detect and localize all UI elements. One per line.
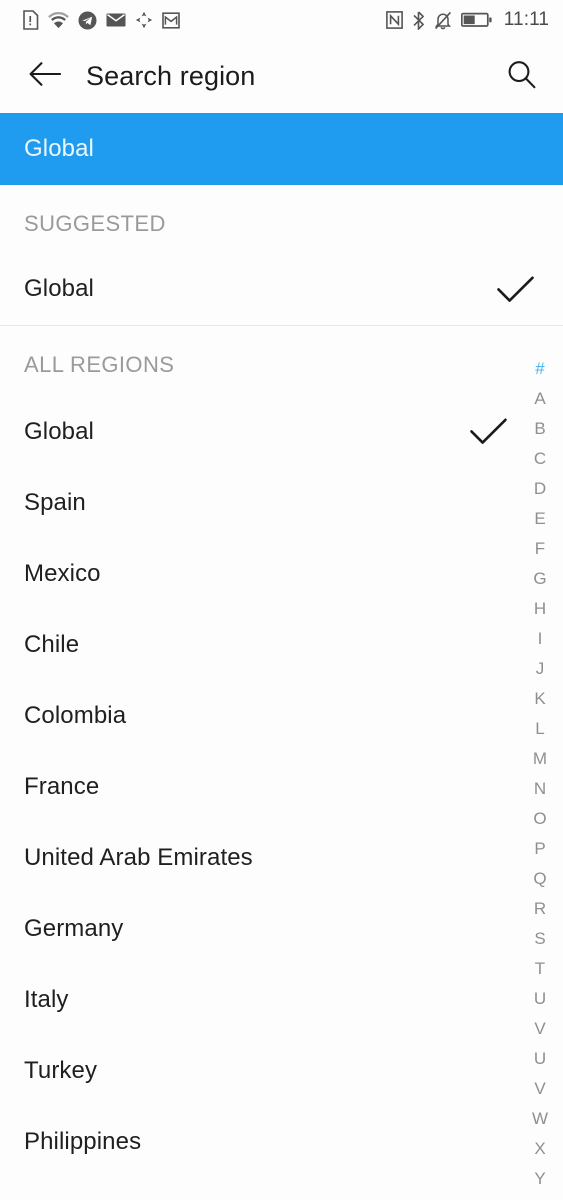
region-label: Mexico [24,559,101,587]
all-regions-section-header: ALL REGIONS [24,352,175,377]
alphabet-index-letter[interactable]: U [517,1043,563,1073]
alphabet-index-letter[interactable]: X [517,1133,563,1163]
status-bar-clock: 11:11 [503,9,549,30]
alphabet-index-letter[interactable]: E [517,503,563,533]
region-row[interactable]: Global [0,253,563,325]
wifi-icon [48,10,69,30]
alphabet-index-letter[interactable]: J [517,653,563,683]
bluetooth-icon [412,10,425,30]
selected-region-banner[interactable]: Global [0,113,563,185]
mute-icon [434,11,452,30]
telegram-icon [78,11,97,30]
alphabet-index-letter[interactable]: Q [517,863,563,893]
region-label: Turkey [24,1056,98,1084]
region-row[interactable]: Chile [0,609,563,680]
selected-region-label: Global [24,135,94,162]
region-row[interactable]: France [0,751,563,822]
region-label: Spain [24,488,86,516]
nfc-icon [385,11,403,29]
alphabet-index-letter[interactable]: P [517,833,563,863]
search-button[interactable] [501,57,541,97]
alphabet-index-scrubber[interactable]: #ABCDEFGHIJKLMNOPQRSTUVUVWXYZ [517,353,563,1200]
region-row[interactable]: Italy [0,964,563,1035]
region-row[interactable]: Mexico [0,538,563,609]
suggested-section-header: SUGGESTED [24,211,166,236]
region-row[interactable]: Colombia [0,680,563,751]
alphabet-index-letter[interactable]: N [517,773,563,803]
phone-screen: 11:11 Search region Global SUGGESTED Glo… [0,0,563,1200]
alphabet-index-letter[interactable]: H [517,593,563,623]
all-regions-list: Global Spain Mexico Chile Colombia France Unit… [0,396,563,1177]
alphabet-index-letter[interactable]: D [517,473,563,503]
page-title: Search region [86,61,256,91]
app-bar: Search region [0,40,563,113]
alphabet-index-letter[interactable]: T [517,953,563,983]
sim-alert-icon [22,10,39,30]
alphabet-index-letter[interactable]: S [517,923,563,953]
alphabet-index-letter[interactable]: C [517,443,563,473]
alphabet-index-letter[interactable]: M [517,743,563,773]
region-row[interactable]: United Arab Emirates [0,822,563,893]
region-row[interactable]: Spain [0,467,563,538]
region-row[interactable]: Turkey [0,1035,563,1106]
alphabet-index-letter[interactable]: Y [517,1163,563,1193]
alphabet-index-letter[interactable]: # [517,353,563,383]
alphabet-index-letter[interactable]: A [517,383,563,413]
status-bar-system-icons: 11:11 [385,9,549,31]
alphabet-index-letter[interactable]: V [517,1073,563,1103]
region-label: France [24,772,100,800]
check-icon [469,417,508,446]
alphabet-index-letter[interactable]: I [517,623,563,653]
gmail-icon [162,11,180,29]
region-label: Global [24,417,94,445]
status-bar: 11:11 [0,0,563,40]
region-row[interactable]: Philippines [0,1106,563,1177]
region-row[interactable]: Global [0,396,563,467]
suggested-region-list: Global [0,253,563,325]
battery-icon [460,12,492,28]
alphabet-index-letter[interactable]: V [517,1013,563,1043]
search-icon [506,59,537,95]
alphabet-index-letter[interactable]: R [517,893,563,923]
region-label: Global [24,275,94,302]
region-label: Chile [24,630,80,658]
back-arrow-icon [28,61,61,92]
alphabet-index-letter[interactable]: L [517,713,563,743]
back-button[interactable] [24,57,64,97]
mail-icon [106,12,126,28]
region-label: Germany [24,914,124,942]
region-label: Colombia [24,701,127,729]
alphabet-index-letter[interactable]: W [517,1103,563,1133]
alphabet-index-letter[interactable]: K [517,683,563,713]
alphabet-index-letter[interactable]: G [517,563,563,593]
alphabet-index-letter[interactable]: U [517,983,563,1013]
check-icon [496,275,535,304]
alphabet-index-letter[interactable]: B [517,413,563,443]
status-bar-notification-icons [22,10,180,30]
alphabet-index-letter[interactable]: F [517,533,563,563]
region-row[interactable]: Germany [0,893,563,964]
sync-icon [135,11,153,29]
region-label: United Arab Emirates [24,843,253,871]
alphabet-index-letter[interactable]: O [517,803,563,833]
region-label: Philippines [24,1127,142,1155]
region-label: Italy [24,985,69,1013]
alphabet-index-letter[interactable]: Z [517,1193,563,1200]
